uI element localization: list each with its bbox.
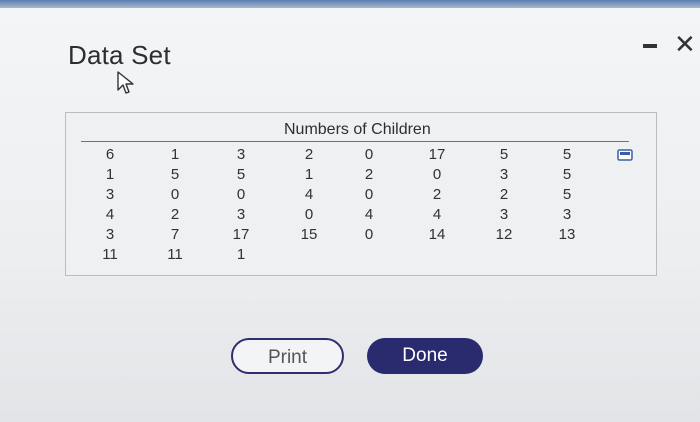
mouse-pointer-icon	[117, 71, 134, 94]
table-cell: 12	[495, 226, 513, 243]
table-cell: 1	[236, 246, 246, 263]
data-column: 0 2 0 4 0	[354, 145, 384, 245]
data-column: 5 5 5 3 13	[552, 145, 582, 245]
table-cell: 4	[432, 206, 442, 223]
table-cell: 3	[105, 186, 115, 203]
table-cell: 0	[304, 206, 314, 223]
table-cell: 3	[499, 166, 509, 183]
table-cell: 11	[167, 246, 183, 263]
table-cell: 5	[499, 146, 509, 163]
table-cell: 2	[499, 186, 509, 203]
table-cell: 4	[364, 206, 374, 223]
table-cell: 0	[236, 186, 246, 203]
table-caption: Numbers of Children	[284, 121, 431, 138]
table-cell: 11	[102, 246, 118, 263]
table-cell: 13	[558, 226, 576, 243]
table-cell: 5	[236, 166, 246, 183]
done-button[interactable]: Done	[367, 338, 483, 374]
copy-to-clipboard-icon[interactable]	[617, 149, 633, 161]
table-cell: 1	[170, 146, 180, 163]
table-cell: 0	[364, 146, 374, 163]
table-cell: 14	[428, 226, 446, 243]
header-rule	[81, 141, 629, 142]
print-button[interactable]: Print	[231, 338, 344, 374]
table-cell: 17	[232, 226, 250, 243]
data-column: 1 5 0 2 7 11	[160, 145, 190, 265]
table-cell: 6	[105, 146, 115, 163]
table-cell: 0	[364, 186, 374, 203]
table-cell: 3	[236, 146, 246, 163]
dialog-title: Data Set	[68, 40, 171, 70]
close-button[interactable]: ✕	[674, 31, 698, 57]
table-cell: 2	[170, 206, 180, 223]
table-cell: 2	[364, 166, 374, 183]
table-cell: 1	[105, 166, 115, 183]
window-top-edge	[0, 0, 700, 8]
data-set-dialog: Data Set ✕ Numbers of Children 6 1 3 4 3…	[0, 8, 700, 422]
table-cell: 5	[562, 146, 572, 163]
table-cell: 3	[499, 206, 509, 223]
table-cell: 4	[304, 186, 314, 203]
data-column: 6 1 3 4 3 11	[95, 145, 125, 265]
data-column: 5 3 2 3 12	[489, 145, 519, 245]
minimize-button[interactable]	[641, 36, 659, 54]
table-cell: 15	[300, 226, 318, 243]
table-cell: 3	[562, 206, 572, 223]
table-cell: 0	[364, 226, 374, 243]
minimize-icon	[643, 44, 657, 48]
table-cell: 2	[304, 146, 314, 163]
table-cell: 3	[105, 226, 115, 243]
table-cell: 1	[304, 166, 314, 183]
table-cell: 5	[562, 166, 572, 183]
table-cell: 3	[236, 206, 246, 223]
data-column: 2 1 4 0 15	[294, 145, 324, 245]
table-cell: 5	[562, 186, 572, 203]
table-cell: 5	[170, 166, 180, 183]
data-column: 3 5 0 3 17 1	[226, 145, 256, 265]
table-cell: 0	[170, 186, 180, 203]
table-cell: 7	[170, 226, 180, 243]
data-column: 17 0 2 4 14	[422, 145, 452, 245]
data-table: Numbers of Children 6 1 3 4 3 11 1 5 0 2…	[65, 112, 657, 276]
table-cell: 4	[105, 206, 115, 223]
table-cell: 0	[432, 166, 442, 183]
table-cell: 17	[428, 146, 446, 163]
table-cell: 2	[432, 186, 442, 203]
